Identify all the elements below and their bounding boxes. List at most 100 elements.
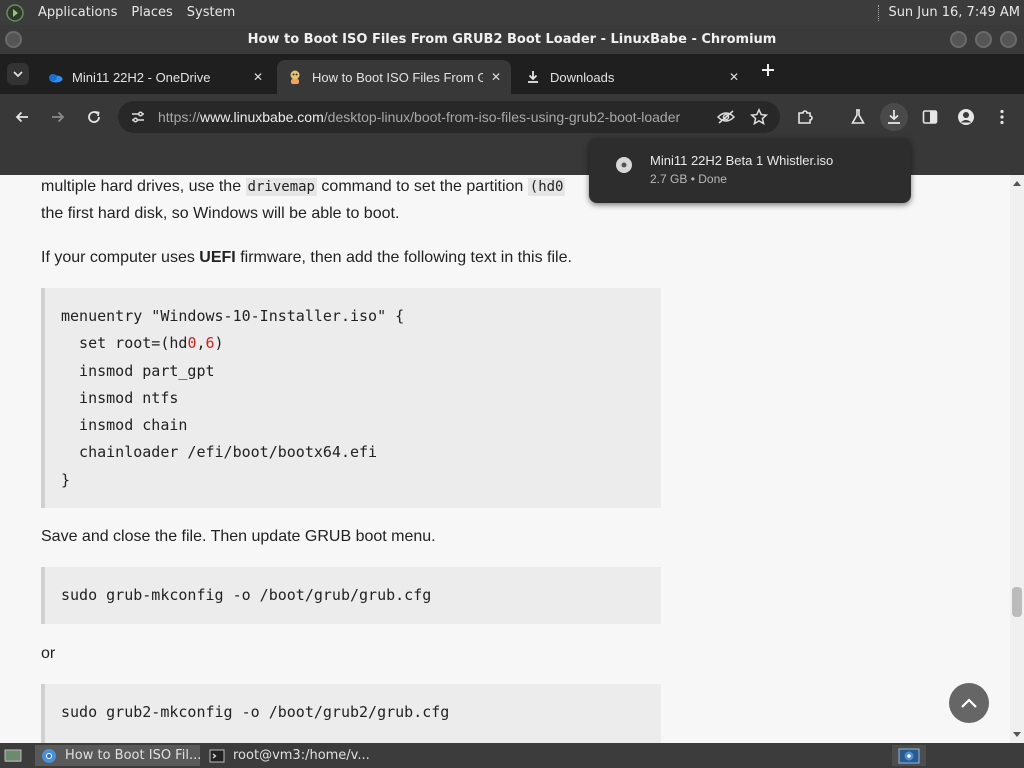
forward-button[interactable] bbox=[45, 104, 71, 130]
extensions-button[interactable] bbox=[792, 104, 818, 130]
url-text[interactable]: https://www.linuxbabe.com/desktop-linux/… bbox=[158, 109, 706, 125]
maximize-button[interactable] bbox=[975, 31, 992, 48]
system-menu[interactable]: System bbox=[187, 5, 235, 20]
tab-downloads[interactable]: Downloads ✕ bbox=[515, 60, 749, 94]
person-icon bbox=[958, 109, 974, 125]
applications-menu[interactable]: Applications bbox=[38, 5, 117, 20]
desktop-top-panel: Applications Places System Sun Jun 16, 7… bbox=[0, 0, 1024, 25]
close-icon[interactable]: ✕ bbox=[491, 70, 501, 84]
url-scheme: https:// bbox=[158, 109, 201, 125]
downloads-button[interactable] bbox=[880, 103, 908, 131]
reload-icon bbox=[88, 111, 100, 123]
tab-strip: Mini11 22H2 - OneDrive ✕ How to Boot ISO… bbox=[0, 54, 1024, 94]
linuxbabe-icon bbox=[290, 70, 300, 84]
taskbar-item-terminal[interactable]: root@vm3:/home/v... bbox=[203, 745, 383, 766]
text: firmware, then add the following text in… bbox=[235, 249, 572, 266]
page-scrollbar[interactable] bbox=[1010, 175, 1024, 743]
chromium-icon bbox=[42, 748, 56, 763]
code-block-grub2-mkconfig[interactable]: sudo grub2-mkconfig -o /boot/grub2/grub.… bbox=[41, 684, 661, 743]
chromium-icon bbox=[898, 748, 920, 763]
reload-button[interactable] bbox=[81, 104, 107, 130]
tab-onedrive[interactable]: Mini11 22H2 - OneDrive ✕ bbox=[37, 60, 273, 94]
download-bubble[interactable]: Mini11 22H2 Beta 1 Whistler.iso 2.7 GB •… bbox=[589, 138, 911, 203]
close-icon[interactable]: ✕ bbox=[253, 70, 263, 84]
labs-button[interactable] bbox=[845, 104, 871, 130]
code-number: 6 bbox=[205, 334, 215, 353]
menu-button[interactable] bbox=[989, 104, 1015, 130]
desktop-taskbar: How to Boot ISO Fil... root@vm3:/home/v.… bbox=[0, 743, 1024, 768]
bold-text: UEFI bbox=[199, 249, 236, 266]
panel-clock[interactable]: Sun Jun 16, 7:49 AM bbox=[888, 5, 1020, 20]
close-window-button[interactable] bbox=[1000, 31, 1017, 48]
download-icon bbox=[528, 71, 538, 83]
places-menu[interactable]: Places bbox=[131, 5, 172, 20]
close-icon[interactable]: ✕ bbox=[729, 70, 739, 84]
new-tab-button[interactable] bbox=[759, 63, 777, 81]
scrollbar-thumb[interactable] bbox=[1012, 587, 1022, 617]
taskbar-item-chromium[interactable]: How to Boot ISO Fil... bbox=[35, 745, 200, 766]
show-desktop-button[interactable] bbox=[0, 745, 26, 766]
screen: Applications Places System Sun Jun 16, 7… bbox=[0, 0, 1024, 768]
star-icon[interactable] bbox=[750, 108, 768, 126]
tab-label: Mini11 22H2 - OneDrive bbox=[72, 69, 211, 85]
window-title: How to Boot ISO Files From GRUB2 Boot Lo… bbox=[247, 32, 777, 47]
panel-separator bbox=[878, 4, 880, 21]
back-button[interactable] bbox=[9, 104, 35, 130]
disc-image-icon bbox=[616, 157, 632, 173]
show-desktop-icon bbox=[4, 749, 22, 762]
address-bar[interactable]: https://www.linuxbabe.com/desktop-linux/… bbox=[118, 101, 780, 133]
minimize-button[interactable] bbox=[950, 31, 967, 48]
code-line: insmod part_gpt bbox=[61, 361, 215, 380]
inline-code: drivemap bbox=[245, 178, 317, 196]
back-to-top-button[interactable] bbox=[949, 683, 989, 723]
applications-menu-icon[interactable] bbox=[6, 3, 24, 22]
code-line: insmod ntfs bbox=[61, 388, 179, 407]
paragraph-uefi: If your computer uses UEFI firmware, the… bbox=[41, 245, 572, 271]
scroll-up-arrow[interactable] bbox=[1013, 181, 1021, 186]
terminal-icon bbox=[209, 749, 225, 762]
eye-slash-icon[interactable] bbox=[716, 109, 736, 125]
workspace-switcher[interactable] bbox=[892, 745, 926, 766]
paragraph-first-disk: the first hard disk, so Windows will be … bbox=[41, 205, 400, 222]
plus-icon bbox=[762, 64, 774, 76]
site-settings-icon[interactable] bbox=[130, 109, 146, 125]
url-path: /desktop-linux/boot-from-iso-files-using… bbox=[323, 109, 681, 125]
download-icon bbox=[888, 110, 900, 124]
taskbar-label: root@vm3:/home/v... bbox=[233, 748, 370, 763]
paragraph-save-close: Save and close the file. Then update GRU… bbox=[41, 528, 436, 545]
arrow-right-icon bbox=[52, 111, 65, 123]
code-line: sudo grub-mkconfig -o /boot/grub/grub.cf… bbox=[61, 586, 432, 604]
tab-search-button[interactable] bbox=[7, 63, 29, 85]
kebab-menu-icon bbox=[1000, 109, 1004, 125]
side-panel-button[interactable] bbox=[917, 104, 943, 130]
window-titlebar[interactable]: How to Boot ISO Files From GRUB2 Boot Lo… bbox=[0, 25, 1024, 54]
scroll-down-arrow[interactable] bbox=[1013, 732, 1021, 737]
arrow-left-icon bbox=[15, 111, 28, 123]
text: command to set the partition bbox=[316, 178, 528, 195]
code-block-menuentry[interactable]: menuentry "Windows-10-Installer.iso" { s… bbox=[41, 288, 661, 508]
puzzle-icon bbox=[798, 110, 813, 124]
text: multiple hard drives, use the bbox=[41, 178, 246, 195]
panel-menu: Applications Places System bbox=[0, 0, 255, 25]
code-line: chainloader /efi/boot/bootx64.efi bbox=[61, 443, 378, 462]
tab-linuxbabe[interactable]: How to Boot ISO Files From G ✕ bbox=[277, 60, 511, 94]
code-text: ) bbox=[214, 334, 224, 353]
paragraph-drivemap: multiple hard drives, use the drivemap c… bbox=[41, 175, 566, 200]
code-block-grub-mkconfig[interactable]: sudo grub-mkconfig -o /boot/grub/grub.cf… bbox=[41, 567, 661, 624]
download-filename[interactable]: Mini11 22H2 Beta 1 Whistler.iso bbox=[650, 153, 833, 168]
chevron-down-icon bbox=[13, 71, 23, 78]
code-text: set root=(hd bbox=[61, 334, 188, 353]
code-line: set root=(hd0,6) bbox=[61, 330, 661, 357]
profile-button[interactable] bbox=[953, 104, 979, 130]
flask-icon bbox=[851, 109, 865, 124]
url-host: www.linuxbabe.com bbox=[200, 109, 324, 125]
window-menu-button[interactable] bbox=[5, 31, 22, 48]
code-line: sudo grub2-mkconfig -o /boot/grub2/grub.… bbox=[61, 703, 450, 721]
web-page-content[interactable]: multiple hard drives, use the drivemap c… bbox=[0, 175, 1010, 743]
chevron-up-icon bbox=[961, 698, 977, 708]
text: If your computer uses bbox=[41, 249, 200, 266]
tab-label: How to Boot ISO Files From G bbox=[312, 69, 483, 85]
code-text: , bbox=[196, 334, 206, 353]
taskbar-label: How to Boot ISO Fil... bbox=[65, 748, 200, 763]
inline-code: (hd0 bbox=[527, 178, 566, 196]
